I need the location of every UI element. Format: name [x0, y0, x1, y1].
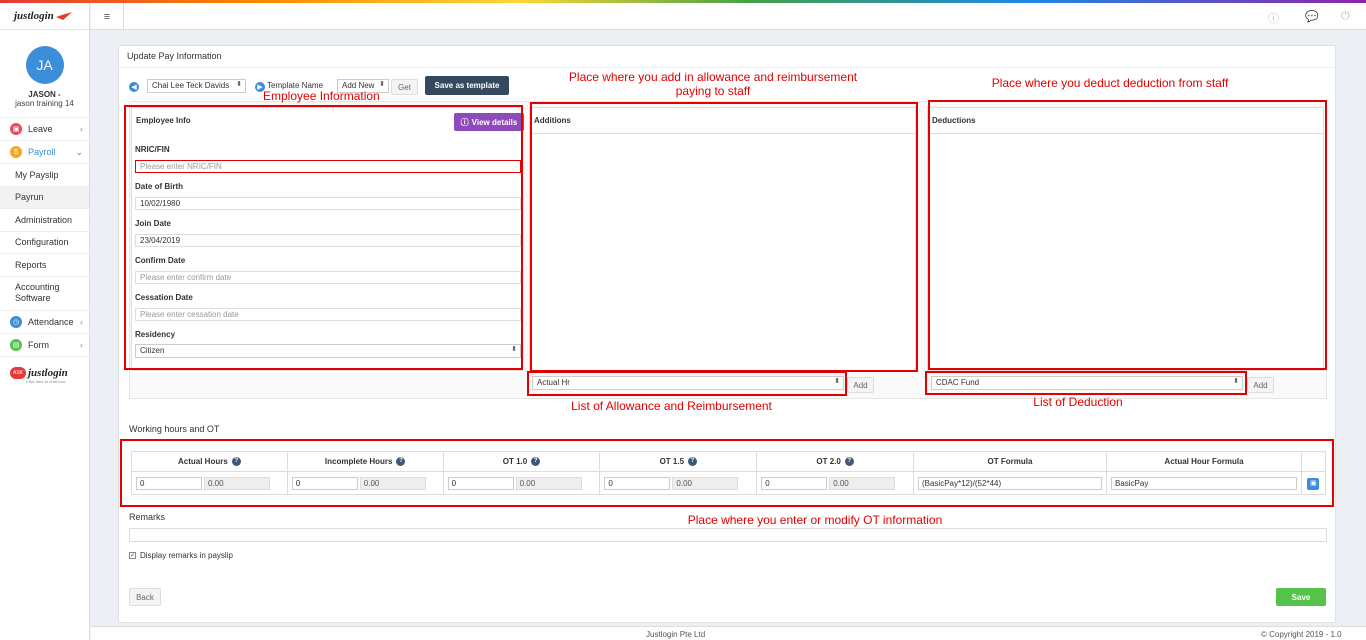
power-icon[interactable]: ⏻	[1341, 10, 1350, 23]
sidebar-sub-administration[interactable]: Administration	[0, 209, 89, 232]
checkbox-checked-icon[interactable]: ✓	[129, 552, 136, 559]
select-arrows-icon: ⬍	[236, 81, 242, 88]
annotation-box-additions	[530, 102, 918, 372]
ask-justlogin-button[interactable]: ASK justlogin	[10, 366, 89, 379]
sidebar-item-payroll[interactable]: $ Payroll ⌄	[0, 141, 89, 164]
sidebar-sub-reports[interactable]: Reports	[0, 254, 89, 277]
employee-select-value: Chai Lee Teck Davids	[152, 81, 230, 90]
employee-select[interactable]: Chai Lee Teck Davids ⬍	[147, 79, 246, 93]
chevron-left-icon: ‹	[80, 316, 83, 327]
logo-text: justlogin	[14, 10, 54, 22]
chevron-down-icon: ⌄	[75, 146, 83, 157]
annotation-box-allowance-list	[527, 371, 847, 396]
annotation-allowance-list: List of Allowance and Reimbursement	[571, 399, 772, 413]
chevron-left-icon: ‹	[80, 339, 83, 350]
user-name: JASON -	[28, 90, 61, 99]
chevron-left-icon: ‹	[80, 124, 83, 134]
sidebar-item-leave[interactable]: ▣ Leave ‹	[0, 118, 89, 141]
divider	[119, 67, 1335, 68]
get-button[interactable]: Get	[391, 79, 418, 95]
footer-company: Justlogin Pte Ltd	[646, 630, 706, 639]
paper-plane-icon	[55, 12, 72, 20]
save-button[interactable]: Save	[1276, 588, 1326, 606]
add-deduction-button[interactable]: Add	[1247, 377, 1274, 393]
ot-section-title: Working hours and OT	[129, 424, 220, 434]
ask-sub-text: Click here to chat now	[26, 378, 66, 384]
back-button[interactable]: Back	[129, 588, 161, 606]
annotation-deductions: Place where you deduct deduction from st…	[991, 76, 1229, 90]
sidebar-sub-my-payslip[interactable]: My Payslip	[0, 164, 89, 187]
sidebar-sub-label: Accounting Software	[15, 282, 60, 303]
sidebar-sub-payrun[interactable]: Payrun	[0, 186, 89, 209]
display-remarks-option[interactable]: ✓ Display remarks in payslip	[129, 551, 233, 560]
footer-copyright: © Copyright 2019 - 1.0	[1261, 630, 1342, 639]
sidebar-item-label: Leave	[28, 124, 53, 134]
sidebar: justlogin JA JASON - jason training 14 ▣…	[0, 3, 90, 640]
menu-toggle-icon[interactable]: ≡	[91, 3, 124, 30]
annotation-deduction-list: List of Deduction	[1033, 395, 1123, 409]
annotation-additions-line2: paying to staff	[675, 84, 751, 98]
display-remarks-label: Display remarks in payslip	[140, 551, 233, 560]
sidebar-item-attendance[interactable]: ◷ Attendance ‹	[0, 311, 89, 334]
user-profile: JA JASON - jason training 14	[0, 30, 89, 118]
page-title: Update Pay Information	[127, 51, 222, 61]
remarks-label: Remarks	[129, 512, 166, 522]
form-icon: ▤	[10, 338, 22, 351]
sidebar-sub-configuration[interactable]: Configuration	[0, 232, 89, 254]
sidebar-item-form[interactable]: ▤ Form ‹	[0, 334, 89, 357]
leave-icon: ▣	[10, 123, 22, 135]
add-allowance-button[interactable]: Add	[847, 377, 874, 393]
annotation-box-employee	[124, 105, 523, 370]
remarks-input[interactable]	[129, 528, 1327, 542]
ask-logo-text: justlogin	[28, 366, 68, 379]
top-bar: ≡ ⓘ 💬 ⏻	[91, 3, 1366, 30]
user-org: jason training 14	[15, 99, 74, 108]
sidebar-sub-accounting-software[interactable]: Accounting Software	[0, 277, 89, 311]
annotation-additions-line1: Place where you add in allowance and rei…	[568, 70, 858, 84]
annotation-additions: Place where you add in allowance and rei…	[538, 70, 888, 98]
sidebar-item-label: Form	[28, 339, 49, 350]
chat-icon[interactable]: 💬	[1305, 10, 1319, 23]
sidebar-item-label: Payroll	[28, 147, 56, 157]
avatar[interactable]: JA	[25, 46, 64, 84]
save-as-template-button[interactable]: Save as template	[425, 76, 509, 95]
sidebar-item-label: Attendance	[28, 316, 74, 327]
footer: Justlogin Pte Ltd © Copyright 2019 - 1.0	[91, 626, 1366, 640]
annotation-ot: Place where you enter or modify OT infor…	[687, 513, 943, 527]
annotation-box-ot	[120, 439, 1334, 507]
app-logo[interactable]: justlogin	[0, 3, 89, 30]
clock-icon: ◷	[10, 315, 22, 328]
annotation-employee: Employee Information	[263, 89, 380, 103]
annotation-box-deduction-list	[925, 371, 1247, 395]
prev-employee-icon[interactable]: ◀	[129, 82, 139, 92]
annotation-box-deductions	[928, 100, 1327, 370]
ask-badge: ASK	[10, 366, 26, 379]
payroll-icon: $	[10, 146, 22, 158]
select-arrows-icon: ⬍	[379, 81, 385, 88]
help-icon[interactable]: ⓘ	[1268, 10, 1279, 26]
